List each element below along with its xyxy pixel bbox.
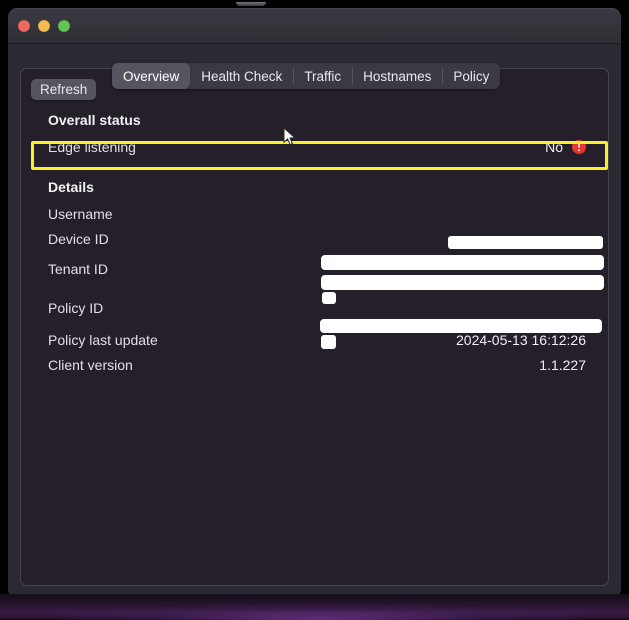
window-body: Refresh Overall status Edge listening No [8,44,621,598]
tab-hostnames-label: Hostnames [363,68,432,84]
row-policy-id[interactable]: Policy ID [21,296,608,320]
close-window-button[interactable] [18,20,30,32]
row-value-edge-listening: No [545,139,586,155]
row-client-version[interactable]: Client version 1.1.227 [21,353,608,377]
minimize-window-button[interactable] [38,20,50,32]
tab-bar: Overview Health Check Traffic Hostnames … [112,63,501,89]
tab-health-check[interactable]: Health Check [190,63,293,89]
tab-policy[interactable]: Policy [442,63,500,89]
error-exclamation-icon [572,140,586,154]
refresh-button[interactable]: Refresh [31,79,97,100]
row-label-device-id: Device ID [48,231,109,247]
row-username[interactable]: Username [21,202,608,226]
row-device-id[interactable]: Device ID [21,227,608,251]
wallpaper-glow-highlight [60,604,580,620]
row-value-client-version: 1.1.227 [539,357,586,373]
row-label-client-version: Client version [48,357,133,373]
row-edge-listening[interactable]: Edge listening No [21,135,608,159]
window-titlebar[interactable] [8,8,621,44]
row-label-username: Username [48,206,113,222]
tab-overview-label: Overview [123,68,180,84]
row-label-edge-listening: Edge listening [48,139,136,155]
tab-traffic[interactable]: Traffic [293,63,352,89]
row-label-policy-id: Policy ID [48,300,104,316]
row-label-tenant-id: Tenant ID [48,261,108,277]
maximize-window-button[interactable] [58,20,70,32]
row-value-policy-last-update: 2024-05-13 16:12:26 [456,332,586,348]
row-tenant-id[interactable]: Tenant ID [21,257,608,281]
display-notch-indicator [236,2,266,6]
row-label-policy-last-update: Policy last update [48,332,158,348]
tab-health-check-label: Health Check [201,68,283,84]
tab-hostnames[interactable]: Hostnames [352,63,442,89]
desktop-backdrop: Refresh Overall status Edge listening No [0,0,629,620]
overall-status-heading: Overall status [48,112,141,128]
overall-status-section: Overall status Edge listening No [21,112,608,170]
edge-listening-value: No [545,139,563,155]
tab-overview[interactable]: Overview [112,63,191,89]
tab-traffic-label: Traffic [304,68,342,84]
overview-content-panel: Refresh Overall status Edge listening No [20,68,609,586]
app-window: Refresh Overall status Edge listening No [8,8,621,598]
details-section: Details Username Device ID Tenant ID Pol… [21,179,608,377]
details-heading: Details [48,179,94,195]
window-controls [18,20,70,32]
tab-policy-label: Policy [453,68,490,84]
row-policy-last-update[interactable]: Policy last update 2024-05-13 16:12:26 [21,328,608,352]
